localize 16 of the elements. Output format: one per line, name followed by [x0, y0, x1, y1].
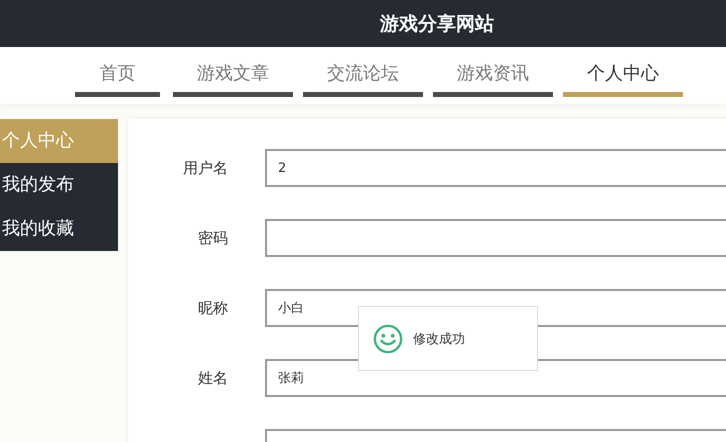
field-label: 用户名	[182, 158, 228, 178]
field-label: 昵称	[197, 298, 228, 318]
nav-tab[interactable]: 交流论坛	[303, 53, 423, 97]
sidebar-item[interactable]: 我的发布	[0, 163, 118, 207]
nav-tab[interactable]: 首页	[75, 53, 160, 97]
site-title: 游戏分享网站	[380, 12, 494, 36]
smiley-icon	[373, 324, 403, 354]
input-field[interactable]	[265, 219, 726, 257]
nav-tab[interactable]: 个人中心	[563, 53, 683, 97]
nav-tab[interactable]: 游戏资讯	[433, 53, 553, 97]
toast-message: 修改成功	[413, 330, 465, 348]
nav-tab[interactable]: 游戏文章	[173, 53, 293, 97]
input-field[interactable]: 2	[265, 149, 726, 187]
field-label: 姓名	[197, 368, 228, 388]
sidebar-item[interactable]: 我的收藏	[0, 207, 118, 251]
field-label: 密码	[197, 228, 228, 248]
